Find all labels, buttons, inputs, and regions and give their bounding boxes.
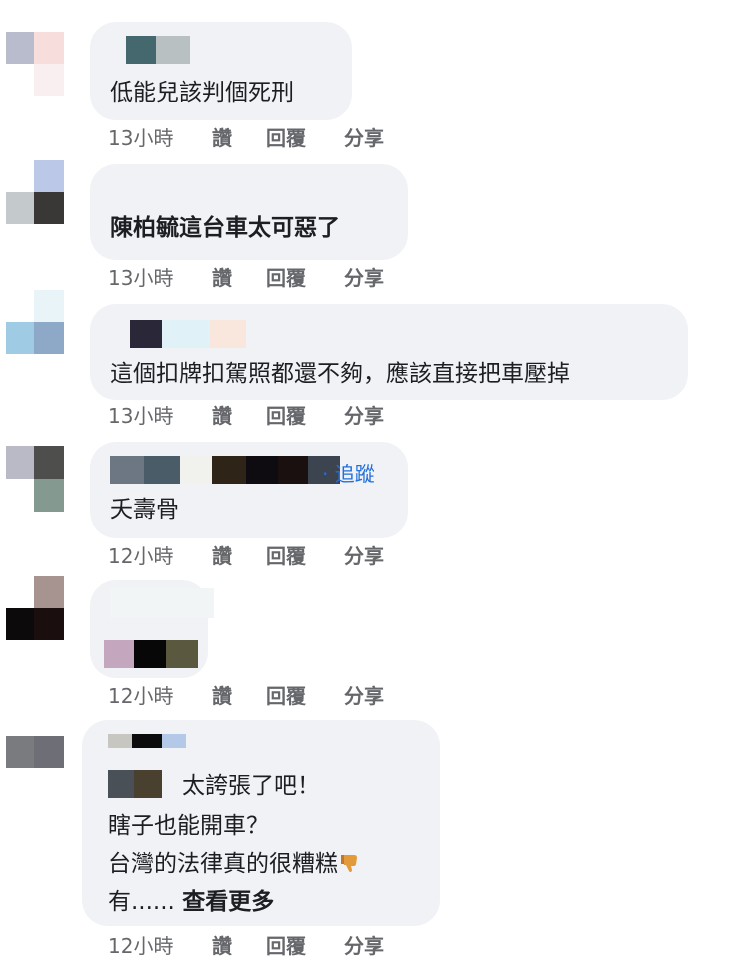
avatar[interactable]: [6, 446, 64, 512]
comment-text-segment: 有......: [108, 889, 175, 915]
avatar[interactable]: [6, 160, 64, 224]
comment-text-line: 有...... 查看更多: [108, 884, 274, 920]
reply-button[interactable]: 回覆: [266, 402, 306, 430]
reply-button[interactable]: 回覆: [266, 682, 306, 710]
share-button[interactable]: 分享: [344, 682, 384, 710]
share-button[interactable]: 分享: [344, 542, 384, 570]
follow-link[interactable]: · 追蹤: [322, 458, 375, 487]
comment-text: 夭壽骨: [110, 497, 179, 523]
commenter-name-redacted[interactable]: [110, 320, 250, 348]
like-button[interactable]: 讚: [212, 682, 232, 710]
comment-timestamp[interactable]: 13小時: [108, 124, 173, 152]
comment-timestamp[interactable]: 12小時: [108, 682, 173, 710]
mention-redacted[interactable]: [102, 770, 162, 798]
share-button[interactable]: 分享: [344, 932, 384, 960]
share-button[interactable]: 分享: [344, 264, 384, 292]
comment-bubble: [90, 580, 214, 678]
like-button[interactable]: 讚: [212, 124, 232, 152]
comment-content-redacted: [104, 640, 200, 668]
comment-timestamp[interactable]: 13小時: [108, 402, 173, 430]
comment-timestamp[interactable]: 12小時: [108, 932, 173, 960]
comment-bubble: 太誇張了吧！ 瞎子也能開車？ 台灣的法律真的很糟糕 有...... 查看更多: [82, 720, 440, 926]
like-button[interactable]: 讚: [212, 402, 232, 430]
avatar[interactable]: [6, 576, 64, 640]
comment-text: 這個扣牌扣駕照都還不夠，應該直接把車壓掉: [110, 361, 570, 387]
share-button[interactable]: 分享: [344, 124, 384, 152]
commenter-name-redacted[interactable]: [102, 734, 192, 758]
see-more-link[interactable]: 查看更多: [182, 889, 274, 915]
reply-button[interactable]: 回覆: [266, 542, 306, 570]
comment-timestamp[interactable]: 13小時: [108, 264, 173, 292]
like-button[interactable]: 讚: [212, 932, 232, 960]
avatar[interactable]: [6, 290, 64, 354]
comment-text: 陳柏毓這台車太可惡了: [110, 215, 340, 241]
share-button[interactable]: 分享: [344, 402, 384, 430]
commenter-name-redacted[interactable]: [110, 588, 214, 618]
thumbs-down-icon: [340, 849, 362, 873]
reply-button[interactable]: 回覆: [266, 264, 306, 292]
commenter-name-redacted[interactable]: [110, 36, 190, 64]
comment-text-segment: 台灣的法律真的很糟糕: [108, 851, 338, 877]
comment-bubble: 陳柏毓這台車太可惡了: [90, 164, 408, 260]
reply-button[interactable]: 回覆: [266, 124, 306, 152]
like-button[interactable]: 讚: [212, 264, 232, 292]
commenter-name-redacted[interactable]: [110, 456, 340, 484]
comment-text-line: 太誇張了吧！: [182, 773, 320, 799]
comment-timestamp[interactable]: 12小時: [108, 542, 173, 570]
reply-button[interactable]: 回覆: [266, 932, 306, 960]
comment-text: 低能兒該判個死刑: [110, 80, 294, 106]
avatar[interactable]: [6, 736, 64, 768]
comment-text-line: 台灣的法律真的很糟糕: [108, 846, 362, 882]
comment-bubble: 低能兒該判個死刑: [90, 22, 352, 120]
like-button[interactable]: 讚: [212, 542, 232, 570]
comment-bubble: 這個扣牌扣駕照都還不夠，應該直接把車壓掉: [90, 304, 688, 400]
comment-bubble: · 追蹤 夭壽骨: [90, 442, 408, 538]
avatar[interactable]: [6, 32, 64, 96]
comment-thread: 低能兒該判個死刑 13小時 讚 回覆 分享 陳柏毓這台車太可惡了 13小時 讚 …: [0, 0, 742, 960]
comment-text-line: 瞎子也能開車？: [108, 813, 269, 839]
